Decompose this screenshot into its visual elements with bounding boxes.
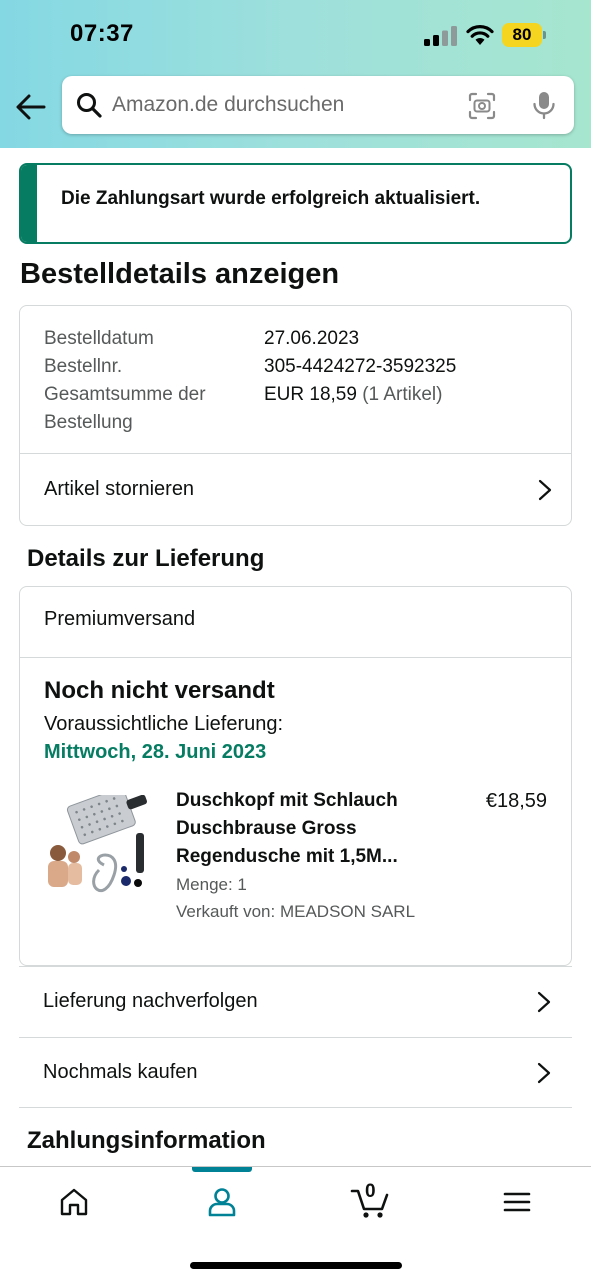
payment-section-title: Zahlungsinformation [27,1127,266,1154]
tab-account[interactable] [148,1167,296,1237]
order-number-value: 305-4424272-3592325 [264,356,457,377]
header: 07:37 80 [0,0,591,148]
chevron-right-icon [537,1062,551,1083]
search-input[interactable] [112,88,452,122]
page-title: Bestelldetails anzeigen [20,258,340,290]
shipment-status: Noch nicht versandt [44,677,275,704]
camera-search-icon[interactable] [468,92,496,120]
back-button[interactable] [14,90,48,124]
chevron-right-icon [537,991,551,1012]
order-date-label: Bestelldatum [44,328,154,349]
success-alert: Die Zahlungsart wurde erfolgreich aktual… [19,163,572,244]
battery-indicator: 80 [502,23,546,47]
track-delivery-label: Lieferung nachverfolgen [43,990,258,1012]
order-total-label-line1: Gesamtsumme der [44,384,206,405]
chevron-right-icon [538,479,552,500]
expected-delivery-label: Voraussichtliche Lieferung: [44,713,284,735]
order-date-value: 27.06.2023 [264,328,360,349]
buy-again-link[interactable]: Nochmals kaufen [19,1037,572,1108]
wifi-icon [466,25,494,45]
product-title-line3: Regendusche mit 1,5M... [176,846,398,867]
alert-accent-bar [21,165,37,242]
shipping-method: Premiumversand [44,608,196,630]
menu-icon [503,1192,531,1212]
order-actions: Lieferung nachverfolgen Nochmals kaufen [19,966,572,1108]
product-price: €18,59 [485,790,547,812]
product-title-line1: Duschkopf mit Schlauch [176,790,398,811]
home-icon [60,1188,88,1216]
order-summary-card: Bestelldatum 27.06.2023 Bestellnr. 305-4… [19,305,572,526]
product-quantity: Menge: 1 [176,875,247,894]
tab-home[interactable] [0,1167,148,1237]
order-number-label: Bestellnr. [44,356,123,377]
microphone-icon[interactable] [530,90,558,120]
order-total-items: (1 Artikel) [362,384,443,405]
order-total-label-line2: Bestellung [44,412,133,433]
search-bar[interactable] [62,76,574,134]
cancel-items-label: Artikel stornieren [44,478,195,500]
buy-again-label: Nochmals kaufen [43,1061,198,1083]
divider [20,657,571,658]
tab-menu[interactable] [443,1167,591,1237]
product-title-line2: Duschbrause Gross [176,818,357,839]
home-indicator [190,1262,402,1269]
expected-delivery-date: Mittwoch, 28. Juni 2023 [44,741,267,763]
cart-count: 0 [365,1181,376,1202]
delivery-section-title: Details zur Lieferung [27,545,265,572]
delivery-card: Premiumversand Noch nicht versandt Vorau… [19,586,572,966]
account-icon [208,1188,236,1217]
cellular-signal-icon [424,26,457,46]
product-seller: Verkauft von: MEADSON SARL [176,902,416,921]
cancel-items-link[interactable]: Artikel stornieren [20,454,571,525]
product-image[interactable] [44,795,152,893]
product-title[interactable]: Duschkopf mit Schlauch Duschbrause Gross… [176,787,398,871]
battery-level: 80 [502,23,542,47]
status-time: 07:37 [70,20,134,47]
tab-cart[interactable]: 0 [296,1167,444,1237]
alert-message: Die Zahlungsart wurde erfolgreich aktual… [61,188,481,209]
order-total-value: EUR 18,59 (1 Artikel) [264,381,442,409]
search-icon [77,93,102,118]
order-total-amount: EUR 18,59 [264,384,357,405]
back-arrow-icon [16,94,46,120]
track-delivery-link[interactable]: Lieferung nachverfolgen [19,966,572,1037]
